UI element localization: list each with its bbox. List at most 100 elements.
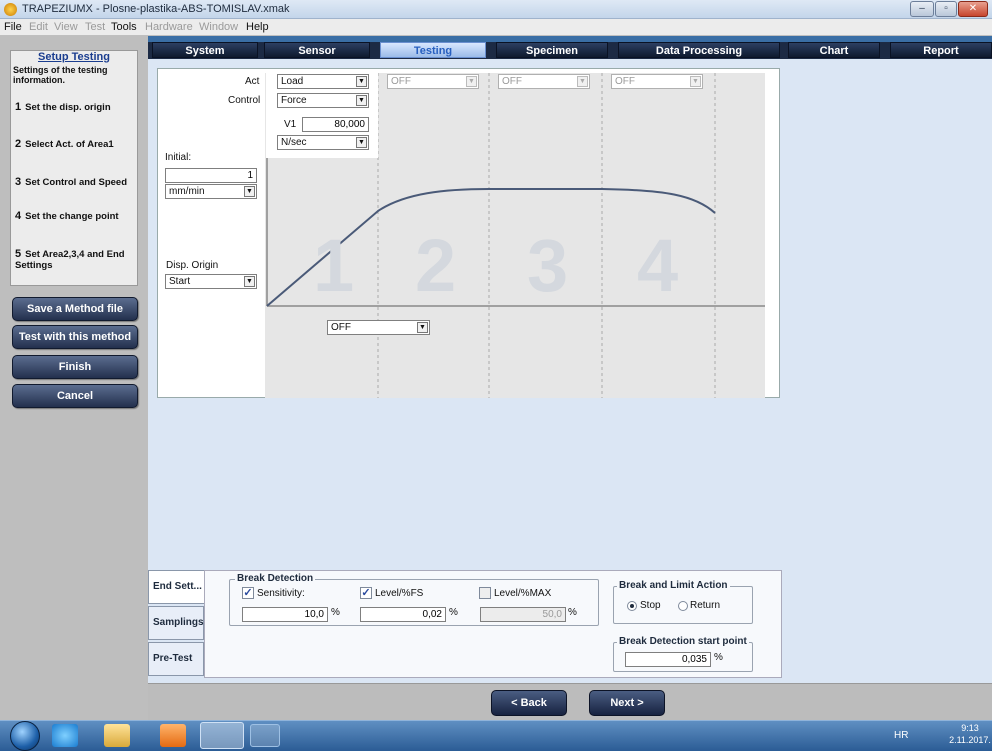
menu-window[interactable]: Window xyxy=(199,21,238,33)
window-title: TRAPEZIUMX - Plosne-plastika-ABS-TOMISLA… xyxy=(22,3,290,15)
clock-date[interactable]: 2.11.2017. xyxy=(948,735,992,745)
paint-icon[interactable] xyxy=(250,724,280,747)
taskbar xyxy=(0,720,992,751)
minimize-icon[interactable]: ‒ xyxy=(910,1,934,17)
area-number-2: 2 xyxy=(415,224,457,307)
stop-radio[interactable] xyxy=(627,601,637,611)
control-dropdown[interactable]: Force ▼ xyxy=(277,93,369,108)
level-max-unit: % xyxy=(568,607,577,618)
back-button[interactable]: < Back xyxy=(491,690,567,716)
step-3[interactable]: 3 Set Control and Speed xyxy=(15,177,135,189)
sensitivity-label: Sensitivity: xyxy=(257,588,305,599)
chevron-down-icon: ▼ xyxy=(690,76,701,87)
level-max-checkbox[interactable] xyxy=(479,587,491,599)
menu-test[interactable]: Test xyxy=(85,21,105,33)
sensitivity-checkbox[interactable]: ✓ xyxy=(242,587,254,599)
start-icon[interactable] xyxy=(10,721,40,751)
folder-icon[interactable] xyxy=(104,724,130,747)
return-label: Return xyxy=(690,600,721,611)
chevron-down-icon: ▼ xyxy=(577,76,588,87)
tab-bar: System Sensor Testing Specimen Data Proc… xyxy=(148,42,992,59)
media-player-icon[interactable] xyxy=(160,724,186,747)
menu-help[interactable]: Help xyxy=(246,21,269,33)
setup-testing-title[interactable]: Setup Testing xyxy=(11,51,137,63)
stop-label: Stop xyxy=(640,600,661,611)
act-dropdown[interactable]: Load ▼ xyxy=(277,74,369,89)
level-fs-checkbox[interactable]: ✓ xyxy=(360,587,372,599)
save-method-button[interactable]: Save a Method file xyxy=(12,297,138,321)
tab-end-settings[interactable]: End Sett... xyxy=(148,570,204,604)
speed-unit-dropdown[interactable]: N/sec ▼ xyxy=(277,135,369,150)
initial-speed-field[interactable]: 1 xyxy=(165,168,257,183)
initial-unit-dropdown[interactable]: mm/min ▼ xyxy=(165,184,257,199)
app-icon xyxy=(4,3,17,16)
tab-testing[interactable]: Testing xyxy=(380,42,486,58)
test-with-method-button[interactable]: Test with this method xyxy=(12,325,138,349)
menu-view[interactable]: View xyxy=(54,21,78,33)
change-point-dropdown[interactable]: OFF ▼ xyxy=(327,320,430,335)
chevron-down-icon: ▼ xyxy=(356,95,367,106)
chevron-down-icon: ▼ xyxy=(466,76,477,87)
level-fs-field[interactable]: 0,02 xyxy=(360,607,446,622)
menu-edit[interactable]: Edit xyxy=(29,21,48,33)
tab-chart[interactable]: Chart xyxy=(788,42,880,58)
chevron-down-icon: ▼ xyxy=(356,137,367,148)
step-4[interactable]: 4 Set the change point xyxy=(15,211,135,223)
menu-bar: File Edit View Test Tools Hardware Windo… xyxy=(0,19,992,36)
level-max-label: Level/%MAX xyxy=(494,588,552,599)
menu-tools[interactable]: Tools xyxy=(111,21,137,33)
tab-report[interactable]: Report xyxy=(890,42,992,58)
area-number-1: 1 xyxy=(313,224,355,307)
close-icon[interactable]: ✕ xyxy=(958,1,988,17)
step-5[interactable]: 5 Set Area2,3,4 and End Settings xyxy=(15,249,135,272)
clock-time[interactable]: 9:13 xyxy=(951,723,989,733)
act-label: Act xyxy=(245,76,260,87)
return-radio[interactable] xyxy=(678,601,688,611)
language-indicator[interactable]: HR xyxy=(894,730,908,741)
tab-specimen[interactable]: Specimen xyxy=(496,42,608,58)
tab-system[interactable]: System xyxy=(152,42,258,58)
chevron-down-icon: ▼ xyxy=(244,186,255,197)
wizard-footer xyxy=(148,683,992,720)
control-label: Control xyxy=(228,95,261,106)
level-fs-unit: % xyxy=(449,607,458,618)
break-start-point-title: Break Detection start point xyxy=(617,636,749,647)
start-point-unit: % xyxy=(714,652,723,663)
step-1[interactable]: 1 Set the disp. origin xyxy=(15,102,135,114)
area-number-4: 4 xyxy=(637,224,679,307)
chevron-down-icon: ▼ xyxy=(244,276,255,287)
tab-data-processing[interactable]: Data Processing xyxy=(618,42,780,58)
area3-act-dropdown[interactable]: OFF ▼ xyxy=(498,74,590,89)
tab-samplings[interactable]: Samplings xyxy=(148,606,204,640)
cancel-button[interactable]: Cancel xyxy=(12,384,138,408)
area2-act-dropdown[interactable]: OFF ▼ xyxy=(387,74,479,89)
area-number-3: 3 xyxy=(527,224,569,307)
next-button[interactable]: Next > xyxy=(589,690,665,716)
chevron-down-icon: ▼ xyxy=(356,76,367,87)
disp-origin-label: Disp. Origin xyxy=(166,260,219,271)
title-bar: TRAPEZIUMX - Plosne-plastika-ABS-TOMISLA… xyxy=(0,0,992,19)
tab-sensor[interactable]: Sensor xyxy=(264,42,370,58)
v1-speed-field[interactable]: 80,000 xyxy=(302,117,369,132)
chevron-down-icon: ▼ xyxy=(417,322,428,333)
area4-act-dropdown[interactable]: OFF ▼ xyxy=(611,74,703,89)
sensitivity-field[interactable]: 10,0 xyxy=(242,607,328,622)
menu-hardware[interactable]: Hardware xyxy=(145,21,193,33)
step-2[interactable]: 2 Select Act. of Area1 xyxy=(15,139,135,151)
break-start-point-field[interactable]: 0,035 xyxy=(625,652,711,667)
maximize-icon[interactable]: ▫ xyxy=(935,1,957,17)
setup-description: Settings of the testing information. xyxy=(13,65,108,85)
break-detection-title: Break Detection xyxy=(235,573,316,584)
browser-icon[interactable] xyxy=(52,724,78,747)
disp-origin-dropdown[interactable]: Start ▼ xyxy=(165,274,257,289)
menu-file[interactable]: File xyxy=(4,21,22,33)
level-max-field[interactable]: 50,0 xyxy=(480,607,566,622)
tab-pre-test[interactable]: Pre-Test xyxy=(148,642,204,676)
setup-steps-panel: Setup Testing Settings of the testing in… xyxy=(10,50,138,286)
break-limit-action-title: Break and Limit Action xyxy=(617,580,730,591)
finish-button[interactable]: Finish xyxy=(12,355,138,379)
level-fs-label: Level/%FS xyxy=(375,588,424,599)
trapezium-task-icon[interactable] xyxy=(200,722,244,749)
v1-label: V1 xyxy=(284,119,297,130)
initial-label: Initial: xyxy=(165,152,192,163)
